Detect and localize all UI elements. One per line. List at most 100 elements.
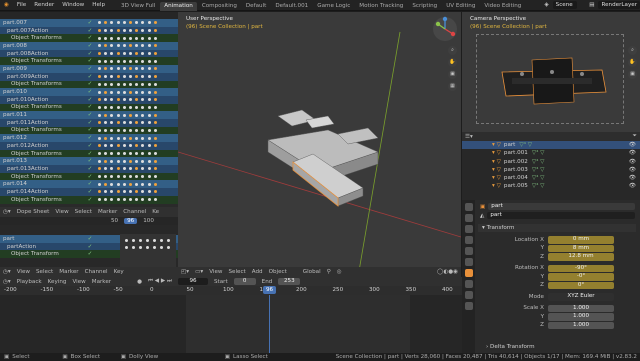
keyframe-dot[interactable]	[147, 44, 151, 48]
keyframe-dot[interactable]	[128, 36, 132, 40]
keyframe-dot[interactable]	[147, 136, 151, 140]
keyframe-dot[interactable]	[110, 36, 114, 40]
channel-row[interactable]: part.008Action ✓	[0, 49, 178, 58]
keyframe-dot[interactable]	[122, 121, 126, 125]
keyframe-dot[interactable]	[98, 144, 101, 148]
keyframe-strip[interactable]	[94, 198, 178, 202]
rotation-z-field[interactable]: 0°	[548, 281, 614, 289]
keyframe-dot[interactable]	[98, 82, 101, 86]
checkbox-icon[interactable]: ✓	[86, 181, 94, 187]
workspace-tab[interactable]: 3D View Full	[117, 2, 159, 11]
menu-render[interactable]: Render	[30, 0, 58, 11]
keyframe-dot[interactable]	[128, 105, 132, 109]
keyframe-dot[interactable]	[110, 152, 114, 156]
scale-x-field[interactable]: 1.000	[548, 304, 614, 312]
world-tab-icon[interactable]	[464, 258, 473, 266]
checkbox-icon[interactable]: ✓	[86, 58, 94, 64]
object-mode-icon[interactable]: ▭▾	[195, 269, 203, 275]
keyframe-dot[interactable]	[147, 29, 151, 33]
location-x-field[interactable]: 0 mm	[548, 236, 614, 244]
keyframe-dot[interactable]	[116, 21, 120, 25]
menu-select[interactable]: Select	[228, 269, 245, 275]
channel-row[interactable]: Object Transforms ✓	[0, 149, 178, 158]
keyframe-dot[interactable]	[128, 190, 132, 194]
keyframe-dot[interactable]	[122, 59, 126, 63]
keyframe-dot[interactable]	[147, 167, 151, 171]
channel-row[interactable]: part.007 ✓	[0, 19, 178, 27]
keyframe-dot[interactable]	[116, 98, 120, 102]
pan-hand-icon[interactable]: ✋	[448, 58, 457, 67]
keyframe-dot[interactable]	[122, 152, 126, 156]
checkbox-icon[interactable]: ✓	[86, 104, 94, 110]
keyframe-dot[interactable]	[116, 121, 120, 125]
menu-view[interactable]: View	[17, 269, 30, 275]
keyframe-dot[interactable]	[122, 29, 126, 33]
keyframe-dot[interactable]	[135, 144, 139, 148]
channel-row[interactable]: part.008 ✓	[0, 42, 178, 50]
editor-type-icon[interactable]: ◷▾	[3, 209, 11, 215]
keyframe-dot[interactable]	[116, 29, 120, 33]
keyframe-dot[interactable]	[122, 44, 126, 48]
keyframe-dot[interactable]	[104, 44, 108, 48]
physics-tab-icon[interactable]	[464, 302, 473, 310]
menu-marker[interactable]: Marker	[59, 269, 78, 275]
checkbox-icon[interactable]: ✓	[86, 51, 94, 57]
keyframe-dot[interactable]	[122, 90, 126, 94]
keyframe-dot[interactable]	[128, 175, 132, 179]
pan-hand-icon[interactable]: ✋	[628, 58, 637, 67]
keyframe-dot[interactable]	[104, 98, 108, 102]
keyframe-dot[interactable]	[110, 144, 114, 148]
menu-key[interactable]: Key	[114, 269, 124, 275]
workspace-tab[interactable]: UV Editing	[442, 2, 479, 11]
keyframe-dot[interactable]	[141, 36, 145, 40]
keyframe-dot[interactable]	[98, 198, 101, 202]
menu-view[interactable]: View	[209, 269, 222, 275]
keyframe-dot[interactable]	[98, 159, 101, 163]
playhead-line[interactable]	[269, 295, 270, 353]
keyframe-dot[interactable]	[141, 128, 145, 132]
keyframe-dot[interactable]	[128, 152, 132, 156]
keyframe-dot[interactable]	[147, 36, 151, 40]
current-frame-marker[interactable]: 96	[124, 218, 138, 224]
keyframe-strip[interactable]	[94, 175, 178, 179]
keyframe-strip[interactable]	[94, 29, 178, 33]
editor-type-icon[interactable]: ◷▾	[3, 269, 11, 275]
keyframe-dot[interactable]	[116, 136, 120, 140]
timeline-current-frame-badge[interactable]: 96	[263, 286, 277, 294]
keyframe-dot[interactable]	[110, 29, 114, 33]
playback-controls[interactable]: ⏮ ◀ ▶ ⏭	[148, 278, 172, 285]
keyframe-dot[interactable]	[110, 21, 114, 25]
keyframe-dot[interactable]	[153, 182, 157, 186]
keyframe-dot[interactable]	[122, 82, 126, 86]
workspace-tab[interactable]: Video Editing	[480, 2, 525, 11]
checkbox-icon[interactable]: ✓	[86, 197, 94, 203]
keyframe-strip[interactable]	[94, 90, 178, 94]
keyframe-dot[interactable]	[141, 182, 145, 186]
keyframe-dot[interactable]	[141, 21, 145, 25]
keyframe-dot[interactable]	[104, 190, 108, 194]
keyframe-dot[interactable]	[116, 159, 120, 163]
keyframe-dot[interactable]	[98, 167, 101, 171]
keyframe-dot[interactable]	[128, 67, 132, 71]
keyframe-dot[interactable]	[104, 67, 108, 71]
keyframe-dot[interactable]	[147, 152, 151, 156]
orientation-dropdown[interactable]: Global	[303, 269, 321, 275]
keyframe-dot[interactable]	[135, 29, 139, 33]
rotation-y-field[interactable]: -0°	[548, 273, 614, 281]
keyframe-strip[interactable]	[94, 128, 178, 132]
checkbox-icon[interactable]: ✓	[86, 120, 94, 126]
keyframe-dot[interactable]	[128, 98, 132, 102]
keying-menu[interactable]: Keying	[48, 279, 67, 285]
keyframe-dot[interactable]	[135, 152, 139, 156]
end-frame-field[interactable]: 253	[278, 277, 301, 286]
keyframe-dot[interactable]	[153, 113, 157, 117]
outliner-item[interactable]: ▾ ▽ part.003 ▽⁴ ▽ 👁	[462, 166, 640, 174]
keyframe-dot[interactable]	[141, 90, 145, 94]
keyframe-dot[interactable]	[128, 121, 132, 125]
outliner-item[interactable]: ▾ ▽ part.001 ▽⁴ ▽ 👁	[462, 149, 640, 157]
proportional-edit-icon[interactable]: ◎	[337, 269, 342, 275]
channel-row[interactable]: part.011Action ✓	[0, 118, 178, 127]
view-layer-tab-icon[interactable]	[464, 236, 473, 244]
channel-row[interactable]: part.009Action ✓	[0, 72, 178, 81]
keyframe-dot[interactable]	[116, 90, 120, 94]
